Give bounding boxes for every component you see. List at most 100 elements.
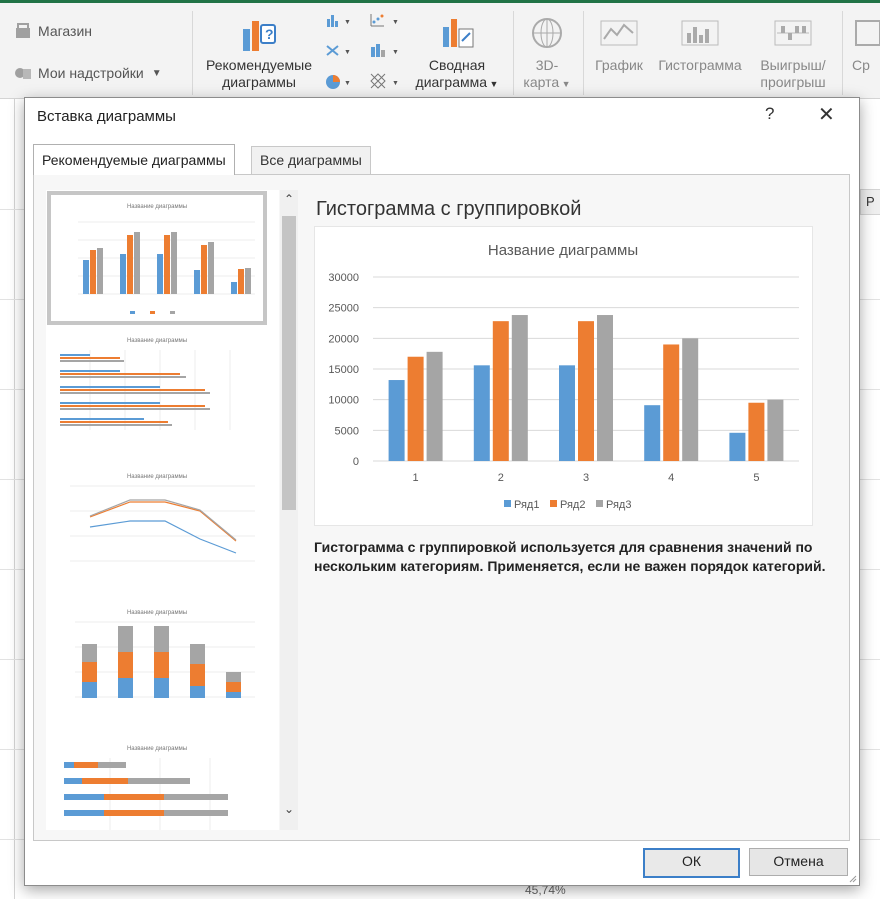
pivot-chart-icon [443, 19, 474, 48]
thumbnail-title: Название диаграммы [127, 204, 187, 210]
thumbnail-stacked-column-preview: Название диаграммы [75, 610, 255, 698]
thumbnail-clustered-column-preview: Название диаграммы [78, 204, 255, 314]
chart-bar-3-5 [767, 399, 784, 461]
y-tick-label: 5000 [335, 425, 359, 437]
thumbnail-line[interactable]: Название диаграммы [50, 466, 264, 594]
globe-icon [532, 18, 562, 48]
x-tick-label: 5 [753, 472, 759, 484]
recommended-charts-icon: ? [243, 21, 276, 51]
sparkline-column-label: Гистограмма [658, 57, 742, 73]
scroll-down-arrow-icon[interactable]: ⌄ [282, 802, 296, 818]
thumbnail-scrollbar[interactable]: ⌃ ⌄ [280, 190, 298, 830]
map-3d-label-2: карта [523, 74, 560, 90]
y-tick-label: 30000 [328, 272, 359, 284]
close-button[interactable]: ✕ [818, 102, 835, 127]
ribbon-separator [842, 11, 843, 95]
recommended-charts-label-2: диаграммы [222, 74, 296, 90]
map-3d-button[interactable]: 3D- карта ▼ [515, 15, 579, 93]
thumbnail-stacked-bar[interactable]: Название диаграммы [50, 738, 264, 830]
column-chart-icon[interactable]: ▼ [326, 13, 356, 27]
x-tick-label: 3 [583, 472, 589, 484]
radar-chart-icon[interactable]: ▼ [370, 73, 404, 91]
chart-bar-3-2 [511, 315, 528, 461]
chevron-down-icon: ▼ [151, 67, 162, 79]
slicer-label: Ср [852, 57, 870, 73]
chart-bar-3-4 [682, 338, 699, 461]
hierarchy-chart-icon[interactable]: ▼ [326, 43, 356, 57]
y-tick-label: 20000 [328, 333, 359, 345]
chart-bar-1-4 [644, 405, 661, 461]
chart-bar-3-3 [597, 315, 613, 461]
pivot-chart-button[interactable]: Сводная диаграмма ▼ [408, 15, 506, 93]
thumbnail-clustered-column[interactable]: Название диаграммы [47, 191, 267, 325]
chart-bar-2-5 [748, 402, 765, 461]
stat-chart-icon[interactable]: ▼ [370, 43, 404, 57]
sparkline-winloss-label-2: проигрыш [760, 74, 826, 90]
y-tick-label: 10000 [328, 395, 359, 407]
chart-bar-1-2 [473, 365, 490, 461]
chart-bar-2-4 [663, 344, 680, 461]
thumbnail-title: Название диаграммы [127, 746, 187, 752]
chart-bar-2-3 [578, 321, 594, 461]
chart-description: Гистограмма с группировкой используется … [314, 539, 826, 574]
pie-chart-icon[interactable]: ▼ [326, 73, 356, 91]
x-tick-label: 1 [413, 472, 419, 484]
sparkline-column-button[interactable]: Гистограмма [651, 15, 749, 74]
sparkline-winloss-button[interactable]: Выигрыш/ проигрыш [751, 15, 835, 91]
y-tick-label: 15000 [328, 364, 359, 376]
thumbnail-stacked-column[interactable]: Название диаграммы [50, 602, 264, 730]
scrollbar-thumb[interactable] [282, 216, 296, 510]
scatter-chart-icon[interactable]: ▼ [370, 13, 404, 27]
preview-chart-title: Гистограмма с группировкой [316, 198, 582, 220]
line-sparkline-icon [600, 20, 638, 46]
y-tick-label: 0 [353, 456, 359, 468]
scroll-up-arrow-icon[interactable]: ⌃ [282, 192, 296, 208]
column-header: Р [860, 189, 880, 215]
ribbon: Магазин Мои надстройки ▼ ? Рекомендуемые… [0, 3, 880, 99]
ribbon-separator [583, 11, 584, 95]
svg-text:▼: ▼ [392, 49, 399, 56]
my-addins-label: Мои надстройки [38, 65, 144, 81]
pivot-chart-label-2: диаграмма [415, 74, 488, 90]
slicer-icon [855, 20, 880, 46]
thumbnail-stacked-bar-preview: Название диаграммы [64, 746, 228, 830]
svg-text:▼: ▼ [344, 80, 351, 87]
chart-bar-3-1 [426, 351, 443, 461]
chart-bar-2-1 [407, 356, 424, 461]
ribbon-separator [192, 11, 193, 95]
winloss-sparkline-icon [774, 20, 812, 46]
resize-grip-icon[interactable] [849, 875, 857, 883]
chart-bar-1-3 [559, 365, 575, 461]
pivot-chart-label-1: Сводная [428, 57, 486, 73]
thumbnail-title: Название диаграммы [127, 610, 187, 616]
help-button[interactable]: ? [765, 104, 774, 124]
thumbnail-title: Название диаграммы [127, 338, 187, 344]
thumbnail-clustered-bar[interactable]: Название диаграммы [50, 330, 264, 458]
column-header-letter: Р [866, 194, 875, 209]
y-tick-label: 25000 [328, 303, 359, 315]
chart-bar-1-5 [729, 432, 746, 461]
tab-all-charts[interactable]: Все диаграммы [251, 146, 371, 174]
insert-chart-dialog: Вставка диаграммы ? ✕ Рекомендуемые диаг… [24, 97, 860, 886]
svg-text:▼: ▼ [344, 19, 351, 26]
store-button[interactable]: Магазин [14, 23, 92, 39]
svg-text:▼: ▼ [344, 49, 351, 56]
recommended-charts-button[interactable]: ? Рекомендуемые диаграммы [199, 15, 319, 91]
chart-thumbnail-list: Название диаграммы Название диаграммы На… [46, 190, 279, 830]
addins-icon [15, 68, 31, 79]
svg-text:?: ? [265, 26, 274, 42]
svg-text:▼: ▼ [392, 19, 399, 26]
ok-button[interactable]: ОК [643, 848, 740, 878]
ribbon-separator [513, 11, 514, 95]
sparkline-line-button[interactable]: График [588, 15, 650, 74]
my-addins-button[interactable]: Мои надстройки ▼ [14, 65, 162, 81]
legend-swatch [504, 500, 511, 507]
x-tick-label: 2 [498, 472, 504, 484]
cancel-button[interactable]: Отмена [749, 848, 848, 876]
map-3d-label-1: 3D- [535, 57, 559, 73]
legend-label: Ряд1 [514, 499, 539, 511]
slicer-button[interactable]: Ср [852, 15, 880, 74]
row-header-column [0, 99, 15, 899]
tab-recommended-charts[interactable]: Рекомендуемые диаграммы [33, 144, 235, 175]
legend-swatch [596, 500, 603, 507]
